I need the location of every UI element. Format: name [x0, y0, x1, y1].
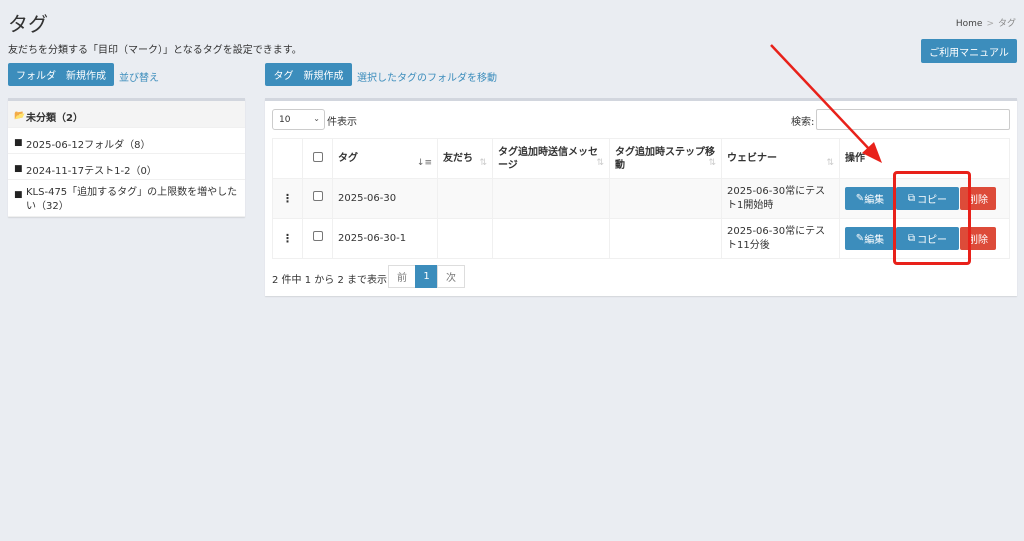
- folder-list: 📂 未分類（2） ■ 2025-06-12フォルダ（8） ■ 2024-11-1…: [8, 98, 245, 217]
- step-cell: [609, 178, 722, 219]
- pagination-prev[interactable]: 前: [388, 265, 416, 288]
- column-header-handle: [272, 138, 303, 179]
- folder-item[interactable]: ■ 2025-06-12フォルダ（8）: [8, 128, 245, 154]
- select-all-checkbox[interactable]: [312, 151, 323, 162]
- tag-name-cell: 2025-06-30: [332, 178, 438, 219]
- column-header-select: [302, 138, 333, 179]
- folder-label: 2024-11-17テスト1-2（0）: [26, 166, 157, 177]
- pagination: 前 1 次: [388, 265, 465, 288]
- drag-handle-icon[interactable]: ⋮: [272, 218, 303, 259]
- friends-cell: [437, 178, 493, 219]
- search-input[interactable]: [816, 109, 1010, 130]
- pencil-icon: ✎: [855, 233, 865, 244]
- pagination-page-1[interactable]: 1: [415, 265, 438, 288]
- sort-icon: ⇅: [596, 158, 604, 168]
- new-tag-button[interactable]: タグ 新規作成: [265, 63, 352, 86]
- column-header-tag[interactable]: タグ ↓≡: [332, 138, 438, 179]
- sort-icon: ⇅: [479, 158, 487, 168]
- friends-cell: [437, 218, 493, 259]
- sort-icon: ⇅: [826, 158, 834, 168]
- new-folder-button[interactable]: フォルダ 新規作成: [8, 63, 114, 86]
- pencil-icon: ✎: [855, 193, 865, 204]
- message-cell: [492, 178, 610, 219]
- message-cell: [492, 218, 610, 259]
- sort-icon: ⇅: [708, 158, 716, 168]
- folder-label: KLS-475「追加するタグ」の上限数を増やしたい（32）: [26, 187, 238, 212]
- folder-label: 未分類（2）: [26, 113, 83, 124]
- column-header-step[interactable]: タグ追加時ステップ移動 ⇅: [609, 138, 722, 179]
- move-folder-link[interactable]: 選択したタグのフォルダを移動: [357, 69, 497, 84]
- edit-button[interactable]: ✎ 編集: [845, 227, 895, 250]
- page-description: 友だちを分類する「目印（マーク）」となるタグを設定できます。: [8, 45, 302, 56]
- page-length-select[interactable]: 10 ⌄: [272, 109, 325, 130]
- step-cell: [609, 218, 722, 259]
- sort-asc-icon: ↓≡: [416, 158, 432, 168]
- page-title: タグ: [8, 12, 48, 36]
- folder-item[interactable]: ■ 2024-11-17テスト1-2（0）: [8, 154, 245, 180]
- chevron-down-icon: ⌄: [313, 114, 320, 123]
- edit-button[interactable]: ✎ 編集: [845, 187, 895, 210]
- search-label: 検索:: [791, 117, 815, 128]
- column-header-friends[interactable]: 友だち ⇅: [437, 138, 493, 179]
- breadcrumb-home-link[interactable]: Home: [956, 19, 983, 29]
- webinar-cell: 2025-06-30常にテスト1開始時: [721, 178, 840, 219]
- column-header-webinar[interactable]: ウェビナー ⇅: [721, 138, 840, 179]
- folder-icon: ■: [14, 190, 23, 200]
- annotation-highlight-box: [893, 171, 971, 265]
- folder-icon: ■: [14, 164, 23, 174]
- row-checkbox[interactable]: [312, 231, 323, 241]
- table-info: 2 件中 1 から 2 まで表示: [272, 275, 387, 286]
- folder-open-icon: 📂: [14, 111, 26, 121]
- sort-link[interactable]: 並び替え: [119, 69, 159, 84]
- tag-name-cell: 2025-06-30-1: [332, 218, 438, 259]
- row-select-cell: [302, 178, 333, 219]
- pagination-next[interactable]: 次: [437, 265, 465, 288]
- page-length-label: 件表示: [327, 117, 357, 128]
- row-select-cell: [302, 218, 333, 259]
- manual-button[interactable]: ご利用マニュアル: [921, 39, 1017, 63]
- column-header-message[interactable]: タグ追加時送信メッセージ ⇅: [492, 138, 610, 179]
- breadcrumb-separator: >: [986, 19, 994, 29]
- row-checkbox[interactable]: [312, 191, 323, 201]
- folder-icon: ■: [14, 138, 23, 148]
- webinar-cell: 2025-06-30常にテスト11分後: [721, 218, 840, 259]
- folder-item[interactable]: ■ KLS-475「追加するタグ」の上限数を増やしたい（32）: [8, 180, 245, 217]
- breadcrumb: Home > タグ: [956, 16, 1016, 29]
- breadcrumb-current: タグ: [997, 19, 1016, 29]
- drag-handle-icon[interactable]: ⋮: [272, 178, 303, 219]
- page-length-value: 10: [279, 114, 291, 125]
- folder-item-uncategorized[interactable]: 📂 未分類（2）: [8, 101, 245, 128]
- folder-label: 2025-06-12フォルダ（8）: [26, 140, 151, 151]
